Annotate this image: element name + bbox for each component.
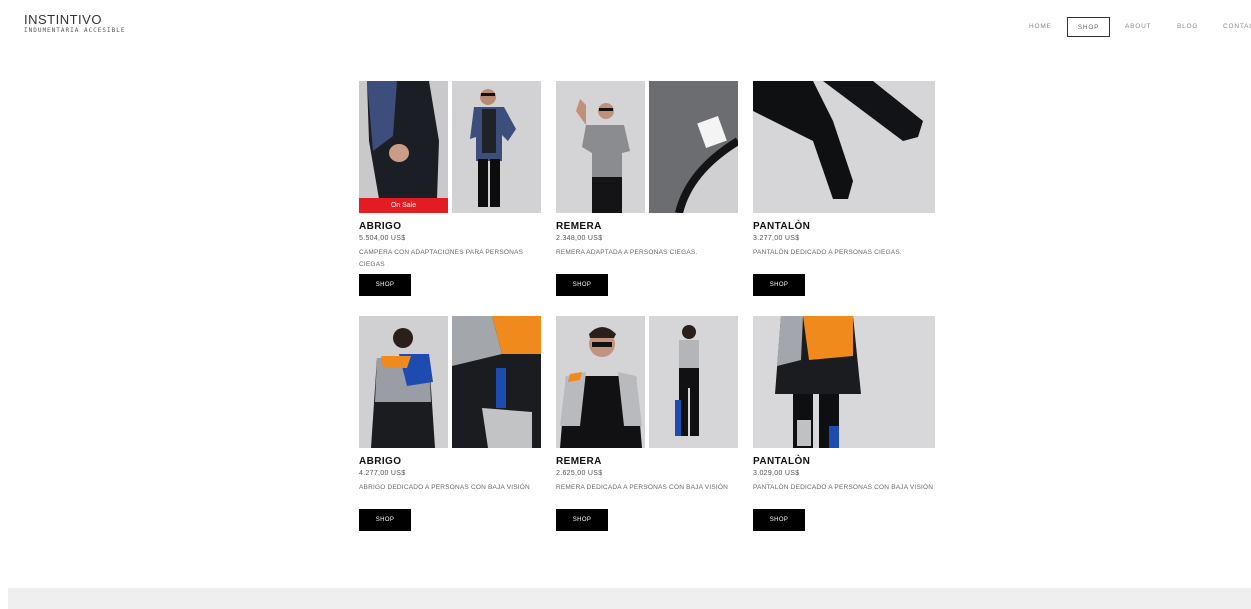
- product-photo[interactable]: [359, 316, 448, 448]
- brand-logo[interactable]: INSTINTIVO INDUMENTARIA ACCESIBLE: [24, 13, 125, 35]
- product-price: 2.625,00 US$: [556, 470, 603, 477]
- product-price: 4.277,00 US$: [359, 470, 406, 477]
- product-price: 5.504,00 US$: [359, 235, 406, 242]
- model-jacket-illustration: [452, 81, 541, 213]
- product-card: REMERA 2.348,00 US$ REMERA ADAPTADA A PE…: [556, 81, 738, 296]
- brand-subtitle: INDUMENTARIA ACCESIBLE: [24, 27, 126, 34]
- product-name[interactable]: PANTALÒN: [753, 221, 935, 233]
- product-card: PANTALÒN 3.277,00 US$ PANTALÒN DEDICADO …: [753, 81, 935, 296]
- brand-title: INSTINTIVO: [24, 12, 102, 27]
- model-pants-illustration: [753, 316, 935, 448]
- shop-button[interactable]: SHOP: [359, 509, 411, 531]
- product-photo[interactable]: [649, 81, 738, 213]
- product-images[interactable]: On Sale: [359, 81, 541, 213]
- product-description: PANTALÒN DEDICADO A PERSONAS CON BAJA VI…: [753, 484, 934, 491]
- product-photo[interactable]: [649, 316, 738, 448]
- nav-home[interactable]: HOME: [1029, 17, 1052, 37]
- product-description: CAMPERA CON ADAPTACIONES PARA PERSONAS C…: [359, 249, 524, 268]
- main-nav: HOME SHOP ABOUT BLOG CONTACT: [1020, 17, 1251, 37]
- product-images[interactable]: [556, 81, 738, 213]
- shop-button[interactable]: SHOP: [556, 509, 608, 531]
- product-photo[interactable]: [753, 316, 935, 448]
- product-photo[interactable]: [452, 81, 541, 213]
- product-price: 3.029,00 US$: [753, 470, 800, 477]
- jacket-detail-illustration: [359, 81, 448, 213]
- product-card: On Sale ABRIGO 5.504,00 US$ CAMPERA CON …: [359, 81, 541, 296]
- product-card: REMERA 2.625,00 US$ REMERA DEDICADA A PE…: [556, 316, 738, 531]
- product-card: PANTALÒN 3.029,00 US$ PANTALÒN DEDICADO …: [753, 316, 935, 531]
- product-photo[interactable]: [556, 316, 645, 448]
- nav-contact[interactable]: CONTACT: [1223, 17, 1251, 37]
- tshirt-detail-illustration: [649, 81, 738, 213]
- shop-button[interactable]: SHOP: [359, 274, 411, 296]
- product-description: ABRIGO DEDICADO A PERSONAS CON BAJA VISI…: [359, 484, 530, 491]
- model-back-jacket-illustration: [359, 316, 448, 448]
- product-description: REMERA DEDICADA A PERSONAS CON BAJA VISI…: [556, 484, 729, 491]
- product-photo[interactable]: [452, 316, 541, 448]
- product-images[interactable]: [359, 316, 541, 448]
- model-side-illustration: [649, 316, 738, 448]
- jacket-pocket-illustration: [452, 316, 541, 448]
- nav-about[interactable]: ABOUT: [1125, 17, 1151, 37]
- product-photo[interactable]: On Sale: [359, 81, 448, 213]
- shop-button[interactable]: SHOP: [556, 274, 608, 296]
- product-images[interactable]: [753, 81, 935, 213]
- shop-button[interactable]: SHOP: [753, 274, 805, 296]
- product-name[interactable]: ABRIGO: [359, 456, 541, 468]
- product-price: 2.348,00 US$: [556, 235, 603, 242]
- product-images[interactable]: [753, 316, 935, 448]
- product-name[interactable]: REMERA: [556, 456, 738, 468]
- product-name[interactable]: ABRIGO: [359, 221, 541, 233]
- pants-flatlay-illustration: [753, 81, 935, 213]
- product-photo[interactable]: [753, 81, 935, 213]
- product-card: ABRIGO 4.277,00 US$ ABRIGO DEDICADO A PE…: [359, 316, 541, 531]
- product-description: PANTALÒN DEDICADO A PERSONAS CIEGAS.: [753, 249, 902, 256]
- product-price: 3.277,00 US$: [753, 235, 800, 242]
- product-name[interactable]: REMERA: [556, 221, 738, 233]
- model-shirt-front-illustration: [556, 316, 645, 448]
- nav-blog[interactable]: BLOG: [1177, 17, 1198, 37]
- product-images[interactable]: [556, 316, 738, 448]
- footer-bar: [8, 588, 1251, 609]
- nav-shop[interactable]: SHOP: [1067, 17, 1110, 37]
- product-description: REMERA ADAPTADA A PERSONAS CIEGAS.: [556, 249, 698, 256]
- product-photo[interactable]: [556, 81, 645, 213]
- on-sale-badge: On Sale: [359, 198, 448, 213]
- product-name[interactable]: PANTALÒN: [753, 456, 935, 468]
- model-tshirt-illustration: [556, 81, 645, 213]
- shop-button[interactable]: SHOP: [753, 509, 805, 531]
